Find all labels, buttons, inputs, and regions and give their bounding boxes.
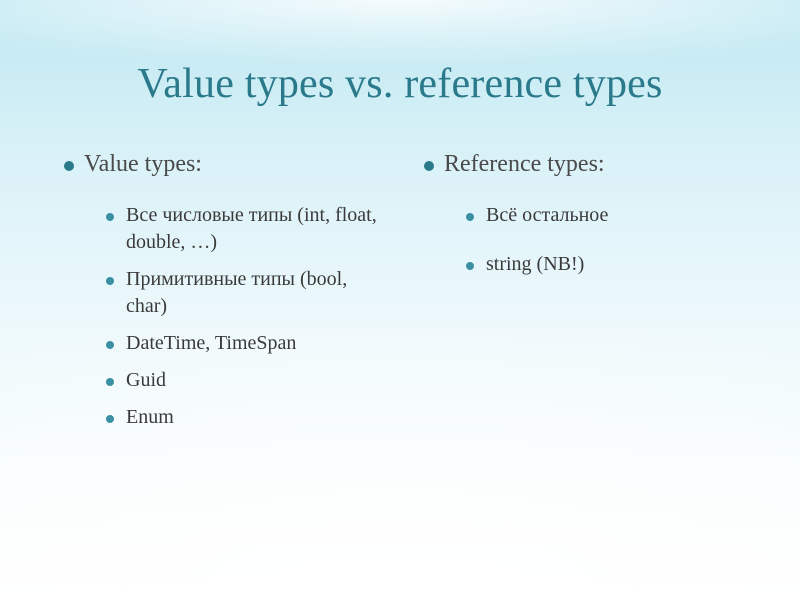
left-list: Value types: Все числовые типы (int, flo… [60, 148, 380, 431]
list-item: Reference types: Всё остальное string (N… [420, 148, 740, 278]
list-item: Enum [102, 404, 380, 431]
list-item-label: Value types: [84, 151, 202, 177]
left-column: Value types: Все числовые типы (int, flo… [60, 148, 380, 445]
list-item: DateTime, TimeSpan [102, 330, 380, 357]
slide-title: Value types vs. reference types [40, 60, 760, 108]
list-item-label: Guid [126, 369, 166, 391]
list-item: Value types: Все числовые типы (int, flo… [60, 148, 380, 431]
list-item-label: Все числовые типы (int, float, double, …… [126, 204, 377, 253]
list-item: Guid [102, 367, 380, 394]
slide: Value types vs. reference types Value ty… [0, 0, 800, 600]
list-item-label: Всё остальное [486, 204, 608, 226]
left-sublist: Все числовые типы (int, float, double, …… [84, 202, 380, 431]
list-item-label: string (NB!) [486, 253, 584, 275]
list-item-label: Reference types: [444, 151, 605, 177]
list-item-label: Примитивные типы (bool, char) [126, 268, 347, 317]
list-item: Все числовые типы (int, float, double, …… [102, 202, 380, 256]
right-sublist: Всё остальное string (NB!) [444, 202, 740, 278]
list-item: string (NB!) [462, 251, 740, 278]
right-list: Reference types: Всё остальное string (N… [420, 148, 740, 278]
list-item-label: DateTime, TimeSpan [126, 332, 296, 354]
columns: Value types: Все числовые типы (int, flo… [40, 148, 760, 445]
list-item: Всё остальное [462, 202, 740, 229]
right-column: Reference types: Всё остальное string (N… [420, 148, 740, 445]
list-item-label: Enum [126, 406, 174, 428]
list-item: Примитивные типы (bool, char) [102, 266, 380, 320]
